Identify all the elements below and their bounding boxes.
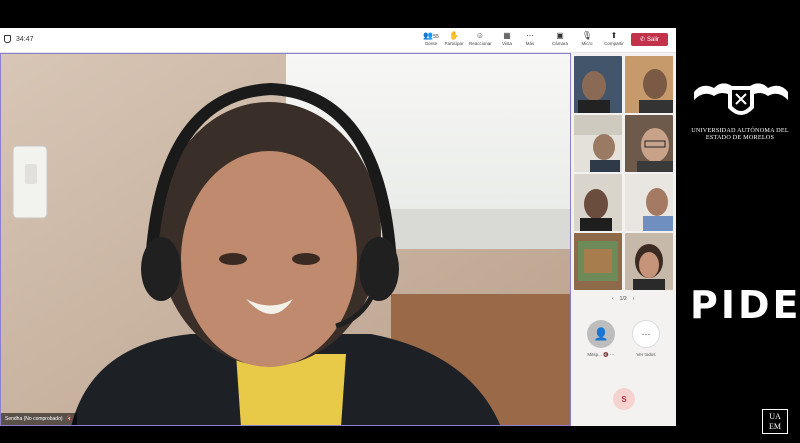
main-video: Sendha (No comprobado) 🔇 — [0, 53, 571, 426]
raise-hand-label: Participar — [444, 41, 464, 46]
participant-name-tag: Sendha (No comprobado) 🔇 — [1, 413, 77, 425]
raise-hand-icon: ✋ — [449, 31, 459, 40]
people-button[interactable]: 👥55 Gente — [420, 31, 442, 46]
participant-video — [574, 174, 622, 231]
self-initial: S — [621, 394, 627, 404]
more-icon: ⋯ — [641, 328, 651, 339]
leave-button[interactable]: ✆ Salir — [631, 33, 668, 46]
mic-muted-icon: 🔇 — [66, 416, 73, 422]
badge-top: UA — [769, 412, 781, 421]
participant-name: Sendha (No comprobado) — [5, 416, 63, 422]
university-line2: ESTADO DE MORELOS — [705, 134, 775, 141]
camera-icon: ▣ — [556, 31, 564, 40]
timer-text: 34:47 — [16, 35, 34, 43]
participant-tile[interactable] — [625, 115, 673, 172]
participant-tile[interactable] — [625, 174, 673, 231]
university-line1: UNIVERSIDAD AUTÓNOMA DEL — [691, 127, 789, 134]
chevron-left-icon[interactable]: ‹ — [612, 296, 614, 302]
participant-video — [574, 115, 622, 172]
share-icon: ⬆ — [610, 31, 618, 40]
participant-video — [625, 233, 673, 290]
shield-icon — [4, 35, 11, 43]
participant-video — [625, 56, 673, 113]
camera-button[interactable]: ▣ Cámara — [549, 31, 571, 46]
participant-video — [625, 174, 673, 231]
gallery-pager: ‹ 1/2 › — [612, 296, 634, 302]
camera-label: Cámara — [551, 41, 568, 46]
pager-text: 1/2 — [619, 296, 627, 302]
share-button[interactable]: ⬆ Compartir — [603, 31, 625, 46]
participant-video — [625, 115, 673, 172]
participant-video — [574, 233, 622, 290]
program-title: PIDE — [690, 283, 800, 327]
participant-tile[interactable] — [574, 115, 622, 172]
view-all-button[interactable]: ⋯ — [632, 320, 660, 348]
smile-icon: ☺ — [475, 31, 485, 40]
participant-tile[interactable] — [574, 174, 622, 231]
participant-tile[interactable] — [574, 56, 622, 113]
phone-icon: ✆ — [639, 37, 645, 43]
view-all-label: Ver todos — [636, 352, 656, 357]
raise-hand-button[interactable]: ✋ Participar — [443, 31, 465, 46]
more-button[interactable]: ⋯ Más — [519, 31, 541, 46]
mic-button[interactable]: 🎙 Micro — [576, 31, 598, 46]
share-label: Compartir — [604, 41, 624, 46]
view-label: Vista — [502, 41, 512, 46]
badge-bottom: EM — [769, 422, 781, 431]
participant-tile[interactable] — [625, 56, 673, 113]
react-label: Reaccionar — [469, 41, 492, 46]
chevron-right-icon[interactable]: › — [633, 296, 635, 302]
university-name: UNIVERSIDAD AUTÓNOMA DEL ESTADO DE MOREL… — [684, 127, 796, 141]
people-icon: 👥55 — [423, 31, 439, 40]
self-initial-avatar[interactable]: S — [613, 388, 635, 410]
participant-tile[interactable] — [625, 233, 673, 290]
leave-label: Salir — [647, 36, 660, 43]
participant-tile[interactable] — [574, 233, 622, 290]
mic-label: Micro — [581, 41, 593, 46]
more-icon: ⋯ — [526, 31, 534, 40]
mic-off-icon: 🎙 — [581, 31, 593, 40]
participant-video — [574, 56, 622, 113]
view-button[interactable]: ▦ Vista — [496, 31, 518, 46]
mic-muted-icon: 🔇 ··· — [603, 352, 615, 357]
react-button[interactable]: ☺ Reaccionar — [469, 31, 492, 46]
meeting-timer: 34:47 — [4, 35, 34, 43]
people-label: Gente — [424, 41, 438, 46]
meeting-toolbar: 34:47 👥55 Gente ✋ Participar ☺ Reacciona… — [0, 28, 676, 53]
grid-icon: ▦ — [503, 31, 511, 40]
self-name: Mitsp... — [587, 352, 602, 357]
more-label: Más — [525, 41, 535, 46]
uaem-badge: UA EM — [762, 409, 788, 434]
self-label: Mitsp... 🔇 ··· — [577, 352, 625, 358]
person-icon: 👤 — [593, 327, 609, 341]
main-video-frame — [1, 54, 570, 425]
self-avatar[interactable]: 👤 — [587, 320, 615, 348]
university-seal-logo — [694, 83, 788, 115]
